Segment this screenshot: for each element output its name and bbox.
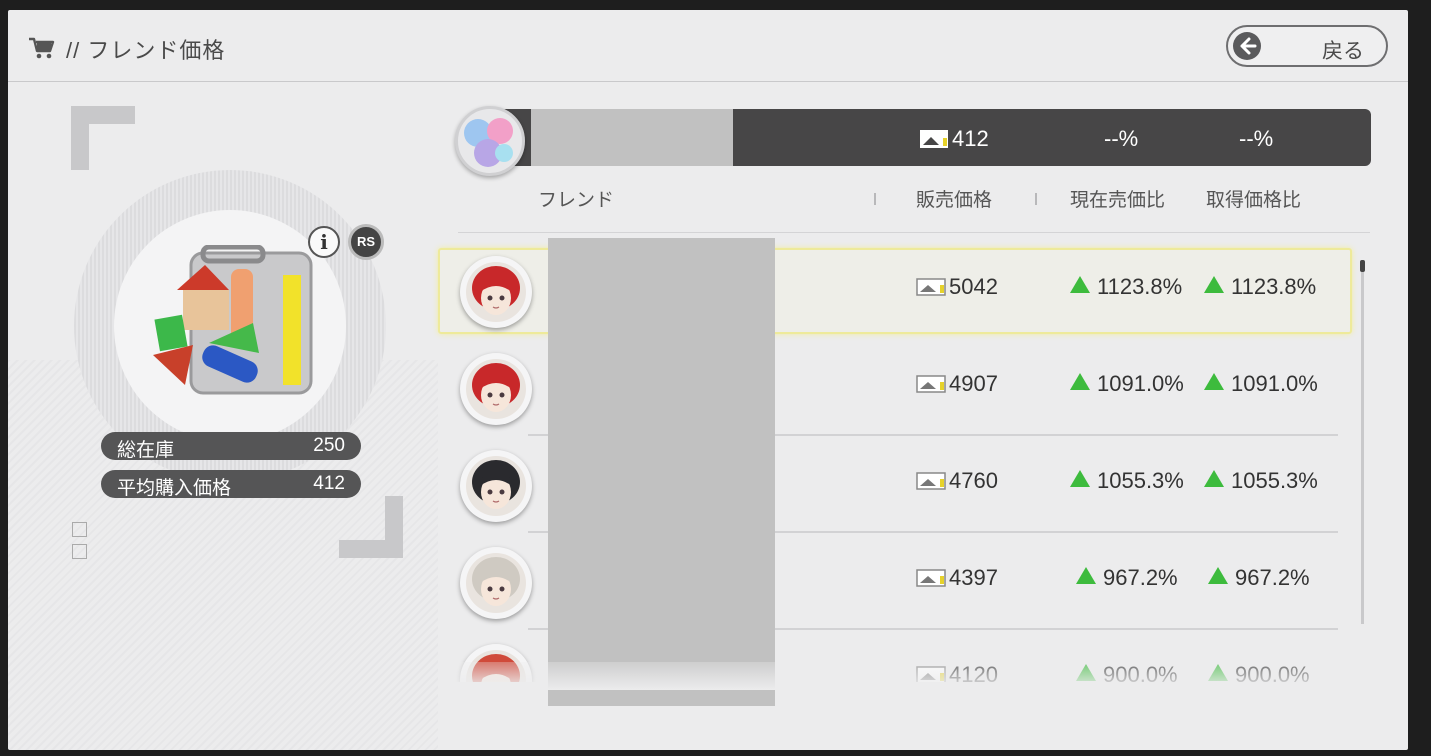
avg-purchase-price-stat: 平均購入価格 412 — [101, 470, 361, 499]
currency-icon — [916, 569, 946, 587]
column-header-friend: フレンド — [538, 190, 615, 211]
column-separator — [874, 193, 876, 205]
column-separator — [1035, 193, 1037, 205]
stat-label: 総在庫 — [117, 440, 175, 461]
player-avatar — [455, 106, 525, 176]
rs-button[interactable]: RS — [348, 224, 384, 260]
scrollbar-thumb[interactable] — [1360, 260, 1365, 272]
header-divider — [458, 232, 1370, 233]
cart-icon — [29, 37, 55, 59]
friend-price-panel: // フレンド価格 戻る i RS 総在庫 250 平均購入価格 412 412… — [8, 10, 1408, 750]
frame-corner-tl — [71, 106, 89, 170]
column-header-price: 販売価格 — [916, 190, 993, 211]
currency-icon — [916, 472, 946, 490]
column-header-current-ratio: 現在売価比 — [1070, 190, 1166, 211]
row-acquired-ratio: 1091.0% — [1204, 371, 1318, 397]
app-frame: // フレンド価格 戻る i RS 総在庫 250 平均購入価格 412 412… — [0, 0, 1431, 756]
page-indicator — [72, 544, 87, 559]
row-current-ratio: 1091.0% — [1070, 371, 1184, 397]
list-fade — [438, 662, 1398, 690]
up-arrow-icon — [1204, 276, 1224, 293]
row-price: 5042 — [916, 274, 998, 300]
row-current-ratio-value: 1091.0% — [1097, 371, 1184, 396]
column-header-acquired-ratio: 取得価格比 — [1206, 190, 1302, 211]
page-indicator — [72, 522, 87, 537]
avatar-portrait — [466, 359, 526, 419]
summary-price-value: 412 — [952, 126, 989, 151]
back-arrow-icon — [1233, 32, 1261, 60]
redacted-friend-names — [548, 238, 775, 706]
up-arrow-icon — [1070, 276, 1090, 293]
avatar-portrait — [466, 456, 526, 516]
info-button[interactable]: i — [308, 226, 340, 258]
row-acquired-ratio-value: 967.2% — [1235, 565, 1310, 590]
friend-avatar[interactable] — [460, 547, 532, 619]
row-current-ratio-value: 967.2% — [1103, 565, 1178, 590]
row-current-ratio: 1123.8% — [1070, 274, 1182, 300]
currency-icon — [920, 130, 948, 148]
row-current-ratio: 1055.3% — [1070, 468, 1184, 494]
row-price-value: 4760 — [949, 468, 998, 493]
row-price-value: 4397 — [949, 565, 998, 590]
up-arrow-icon — [1076, 567, 1096, 584]
row-acquired-ratio-value: 1055.3% — [1231, 468, 1318, 493]
row-acquired-ratio-value: 1091.0% — [1231, 371, 1318, 396]
friend-avatar[interactable] — [460, 450, 532, 522]
friend-avatar[interactable] — [460, 256, 532, 328]
up-arrow-icon — [1070, 373, 1090, 390]
avatar-portrait — [466, 262, 526, 322]
frame-corner-br — [385, 496, 403, 558]
up-arrow-icon — [1208, 567, 1228, 584]
up-arrow-icon — [1204, 373, 1224, 390]
currency-icon — [916, 375, 946, 393]
page-title: // フレンド価格 — [66, 38, 226, 63]
summary-current-ratio: --% — [1104, 126, 1139, 151]
summary-price: 412 — [919, 126, 989, 152]
friend-avatar[interactable] — [460, 353, 532, 425]
stat-value: 250 — [313, 435, 345, 456]
row-price-value: 4907 — [949, 371, 998, 396]
row-acquired-ratio: 967.2% — [1208, 565, 1310, 591]
up-arrow-icon — [1204, 470, 1224, 487]
row-acquired-ratio: 1055.3% — [1204, 468, 1318, 494]
row-price: 4907 — [916, 371, 998, 397]
row-acquired-ratio: 1123.8% — [1204, 274, 1316, 300]
total-stock-stat: 総在庫 250 — [101, 432, 361, 461]
avatar-portrait — [466, 553, 526, 613]
currency-icon — [916, 278, 946, 296]
stat-value: 412 — [313, 473, 345, 494]
row-current-ratio: 967.2% — [1076, 565, 1178, 591]
summary-acquired-ratio: --% — [1239, 126, 1274, 151]
stat-label: 平均購入価格 — [117, 478, 232, 499]
row-acquired-ratio-value: 1123.8% — [1231, 274, 1317, 299]
scrollbar-track[interactable] — [1361, 272, 1364, 624]
toy-blocks-case-item-image — [153, 245, 313, 395]
row-price: 4397 — [916, 565, 998, 591]
row-current-ratio-value: 1123.8% — [1097, 274, 1183, 299]
row-price-value: 5042 — [949, 274, 998, 299]
redacted-name — [531, 109, 733, 166]
row-price: 4760 — [916, 468, 998, 494]
up-arrow-icon — [1070, 470, 1090, 487]
back-button[interactable]: 戻る — [1226, 25, 1388, 67]
header-bar: // フレンド価格 戻る — [8, 10, 1408, 82]
row-current-ratio-value: 1055.3% — [1097, 468, 1184, 493]
back-button-label: 戻る — [1322, 40, 1364, 63]
